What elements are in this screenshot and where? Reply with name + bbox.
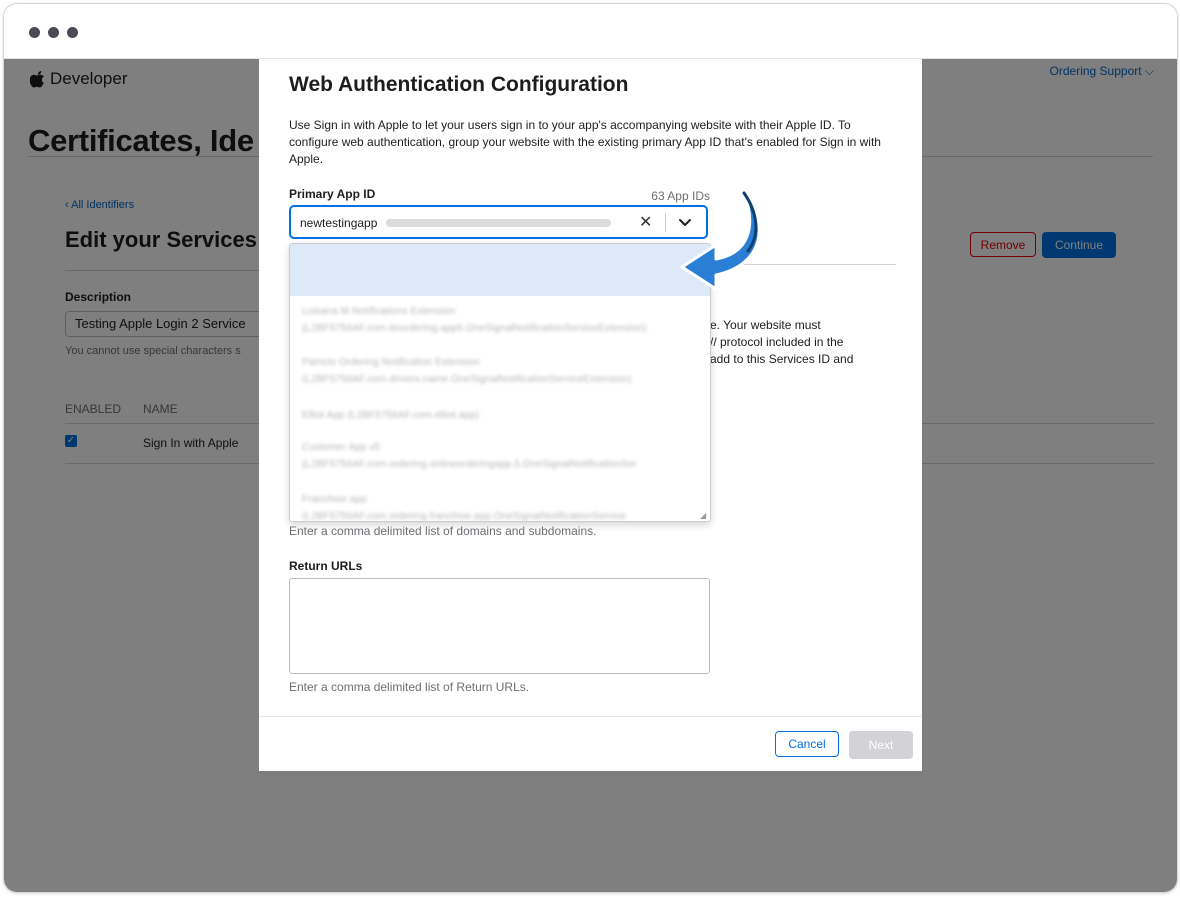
window-control-close[interactable] bbox=[29, 27, 40, 38]
option-title: Luisana M Notifications Extension bbox=[302, 306, 456, 317]
domains-hint: Enter a comma delimited list of domains … bbox=[289, 524, 597, 538]
primary-app-id-label: Primary App ID bbox=[289, 187, 376, 201]
resize-handle[interactable]: ◢ bbox=[700, 511, 707, 520]
list-item[interactable]: Customer App v5 (L2BF5756AF.com.ordering… bbox=[302, 442, 637, 470]
list-item[interactable]: Patricio Ordering Notification Extension… bbox=[302, 357, 632, 385]
domains-instructions: e. Your website must bbox=[710, 318, 821, 332]
cancel-button[interactable]: Cancel bbox=[775, 731, 839, 757]
return-urls-textarea[interactable] bbox=[289, 578, 710, 674]
clear-icon[interactable]: ✕ bbox=[639, 212, 652, 232]
modal-title: Web Authentication Configuration bbox=[289, 73, 629, 96]
option-title: Franchise app bbox=[302, 494, 367, 505]
selected-app-id: newtestingapp bbox=[300, 216, 378, 230]
option-subtitle: (L2BF5756AF.com.itnordering.app5.OneSign… bbox=[302, 323, 647, 334]
option-title: Customer App v5 bbox=[302, 442, 381, 453]
modal-intro-text: Use Sign in with Apple to let your users… bbox=[289, 118, 881, 166]
option-subtitle: (L2BF5756AF.com.ordering.franchise.app.O… bbox=[302, 511, 627, 522]
divider bbox=[259, 716, 922, 717]
window-control-minimize[interactable] bbox=[48, 27, 59, 38]
web-auth-config-modal: Web Authentication Configuration Use Sig… bbox=[259, 59, 922, 771]
option-subtitle: (L2BF5756AF.com.drivers.name.OneSignalNo… bbox=[302, 374, 632, 385]
domains-instructions: // protocol included in the bbox=[710, 335, 844, 349]
browser-window: Developer Ordering Support ⌵ Certificate… bbox=[3, 3, 1178, 893]
redacted-app-id bbox=[386, 219, 611, 227]
list-item[interactable]: Elliot App (L2BF5756AF.com.elliot.app) bbox=[302, 410, 479, 421]
option-title: Patricio Ordering Notification Extension bbox=[302, 357, 480, 368]
return-urls-hint: Enter a comma delimited list of Return U… bbox=[289, 680, 530, 694]
page-content: Developer Ordering Support ⌵ Certificate… bbox=[4, 59, 1177, 892]
return-urls-label: Return URLs bbox=[289, 559, 363, 573]
app-id-dropdown-list[interactable]: Luisana M Notifications Extension (L2BF5… bbox=[289, 243, 711, 522]
domains-instructions: add to this Services ID and bbox=[710, 352, 854, 366]
window-titlebar bbox=[4, 4, 1177, 59]
list-item[interactable]: Luisana M Notifications Extension (L2BF5… bbox=[302, 306, 647, 334]
option-subtitle: (L2BF5756AF.com.ordering.onlineorderinga… bbox=[302, 459, 637, 470]
curved-arrow-icon bbox=[680, 191, 761, 291]
list-item-highlighted[interactable] bbox=[290, 244, 710, 296]
window-control-zoom[interactable] bbox=[67, 27, 78, 38]
list-item[interactable]: Franchise app (L2BF5756AF.com.ordering.f… bbox=[302, 494, 627, 522]
primary-app-id-select[interactable]: newtestingapp ✕ bbox=[289, 205, 708, 239]
next-button[interactable]: Next bbox=[849, 731, 913, 759]
option-title: Elliot App (L2BF5756AF.com.elliot.app) bbox=[302, 410, 480, 421]
